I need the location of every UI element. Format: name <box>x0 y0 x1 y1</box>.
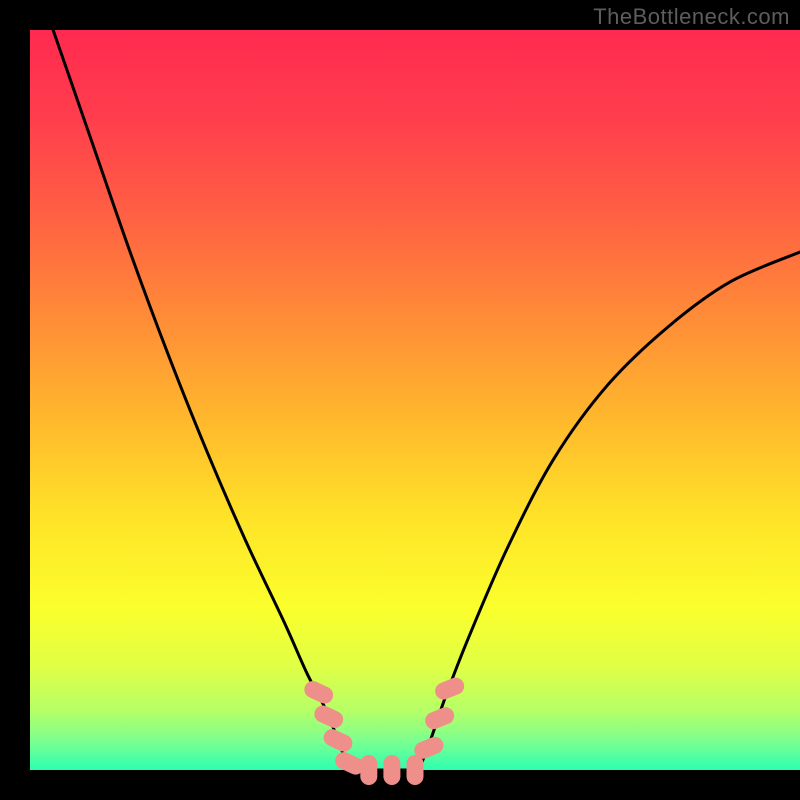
chart-stage: TheBottleneck.com <box>0 0 800 800</box>
marker-5 <box>383 755 400 785</box>
marker-4 <box>360 755 377 785</box>
watermark-text: TheBottleneck.com <box>593 4 790 30</box>
chart-svg <box>0 0 800 800</box>
marker-6 <box>407 755 424 785</box>
plot-background <box>30 30 800 770</box>
